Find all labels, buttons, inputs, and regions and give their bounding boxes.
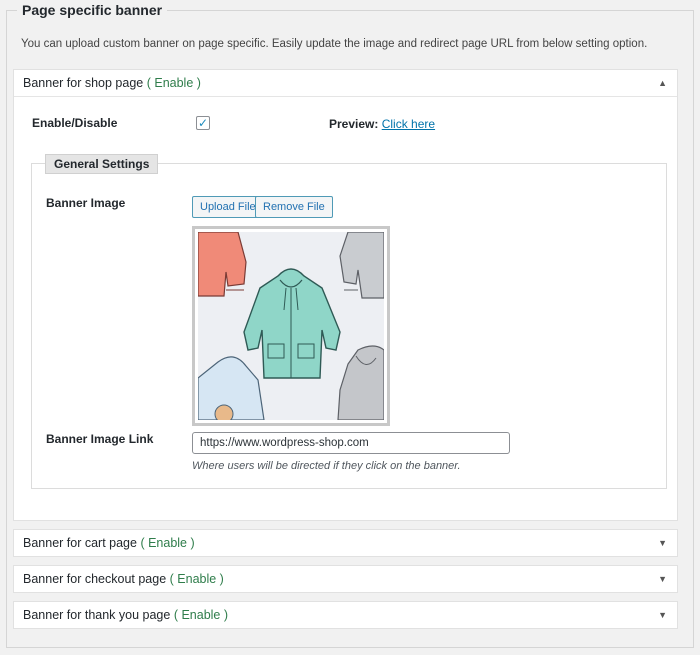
expand-arrow-icon[interactable]: ▼: [658, 566, 667, 593]
preview-label: Preview:: [329, 117, 379, 131]
banner-image-link-label: Banner Image Link: [46, 432, 154, 446]
checkout-panel-title: Banner for checkout page: [23, 572, 167, 586]
banner-link-hint: Where users will be directed if they cli…: [192, 460, 461, 472]
general-settings-title: General Settings: [45, 154, 159, 174]
thank-you-panel-header[interactable]: Banner for thank you page ( Enable ) ▼: [14, 602, 677, 629]
remove-file-button[interactable]: Remove File: [255, 196, 333, 218]
checkout-panel-header[interactable]: Banner for checkout page ( Enable ) ▼: [14, 566, 677, 593]
thank-you-page-panel[interactable]: Banner for thank you page ( Enable ) ▼: [13, 601, 678, 629]
banner-link-input[interactable]: https://www.wordpress-shop.com: [192, 432, 510, 454]
expand-arrow-icon[interactable]: ▼: [658, 602, 667, 629]
shop-panel-title: Banner for shop page: [23, 76, 144, 90]
thank-you-panel-status: ( Enable ): [173, 608, 229, 622]
banner-image-label: Banner Image: [46, 196, 126, 210]
shop-panel-status: ( Enable ): [146, 76, 201, 90]
shop-page-panel: Banner for shop page ( Enable ) ▲ Enable…: [13, 69, 678, 521]
cart-panel-title: Banner for cart page: [23, 536, 137, 550]
cart-panel-header[interactable]: Banner for cart page ( Enable ) ▼: [14, 530, 677, 557]
hoodies-illustration-icon: [198, 232, 384, 420]
enable-disable-label: Enable/Disable: [32, 116, 118, 130]
checkout-panel-status: ( Enable ): [169, 572, 224, 586]
checkout-page-panel[interactable]: Banner for checkout page ( Enable ) ▼: [13, 565, 678, 593]
hoodies-image: [198, 232, 384, 420]
cart-page-panel[interactable]: Banner for cart page ( Enable ) ▼: [13, 529, 678, 557]
upload-file-button[interactable]: Upload File: [192, 196, 264, 218]
cart-panel-status: ( Enable ): [140, 536, 195, 550]
preview-row: Preview: Click here: [329, 117, 435, 131]
thank-you-panel-title: Banner for thank you page: [23, 608, 171, 622]
general-settings-fieldset: General Settings Banner Image Upload Fil…: [31, 154, 667, 489]
enable-checkbox[interactable]: ✓: [196, 116, 210, 130]
section-title: Page specific banner: [17, 2, 168, 18]
shop-panel-header[interactable]: Banner for shop page ( Enable ) ▲: [14, 70, 677, 97]
section-description: You can upload custom banner on page spe…: [21, 38, 648, 50]
preview-link[interactable]: Click here: [382, 117, 435, 131]
banner-image-preview: [192, 226, 390, 426]
checkmark-icon: ✓: [197, 116, 209, 130]
collapse-arrow-icon[interactable]: ▲: [658, 70, 667, 97]
expand-arrow-icon[interactable]: ▼: [658, 530, 667, 557]
